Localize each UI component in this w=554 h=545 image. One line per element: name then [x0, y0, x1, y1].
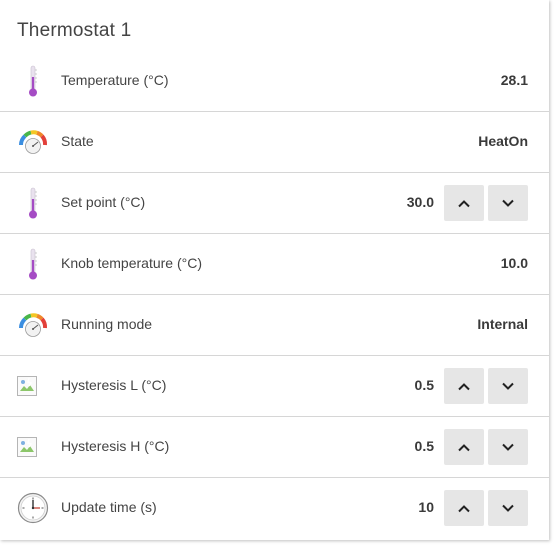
update-time-increase-button[interactable]: [444, 490, 484, 526]
row-state: State HeatOn: [0, 112, 549, 173]
row-hysteresis-l: Hysteresis L (°C) 0.5: [0, 356, 549, 417]
row-label: Temperature (°C): [61, 72, 169, 88]
row-value: 30.0: [406, 194, 434, 210]
hysteresis-l-decrease-button[interactable]: [488, 368, 528, 404]
chevron-down-icon: [502, 504, 514, 512]
row-value: 0.5: [414, 377, 434, 393]
row-label: Set point (°C): [61, 194, 146, 210]
gauge-icon: [17, 309, 49, 341]
broken-image-icon: [17, 431, 49, 463]
gauge-icon: [17, 126, 49, 158]
chevron-down-icon: [502, 382, 514, 390]
chevron-up-icon: [458, 504, 470, 512]
row-label: Knob temperature (°C): [61, 255, 202, 271]
thermometer-icon: [17, 65, 49, 97]
chevron-up-icon: [458, 443, 470, 451]
chevron-down-icon: [502, 199, 514, 207]
row-knob-temperature: Knob temperature (°C) 10.0: [0, 234, 549, 295]
row-running-mode: Running mode Internal: [0, 295, 549, 356]
row-label: State: [61, 133, 94, 149]
row-label: Hysteresis L (°C): [61, 377, 167, 393]
set-point-increase-button[interactable]: [444, 185, 484, 221]
set-point-decrease-button[interactable]: [488, 185, 528, 221]
row-update-time: Update time (s) 10: [0, 478, 549, 538]
chevron-down-icon: [502, 443, 514, 451]
row-value: 10.0: [500, 255, 528, 271]
row-temperature: Temperature (°C) 28.1: [0, 51, 549, 112]
row-label: Running mode: [61, 316, 153, 332]
hysteresis-l-increase-button[interactable]: [444, 368, 484, 404]
row-value: HeatOn: [478, 133, 528, 149]
thermometer-icon: [17, 187, 49, 219]
row-hysteresis-h: Hysteresis H (°C) 0.5: [0, 417, 549, 478]
chevron-up-icon: [458, 199, 470, 207]
row-value: 28.1: [500, 72, 528, 88]
row-value: Internal: [477, 316, 528, 332]
property-list: Temperature (°C) 28.1 State HeatOn Set p…: [0, 51, 549, 538]
clock-icon: [17, 492, 49, 524]
thermometer-icon: [17, 248, 49, 280]
row-label: Hysteresis H (°C): [61, 438, 170, 454]
row-label: Update time (s): [61, 499, 157, 515]
broken-image-icon: [17, 370, 49, 402]
thermostat-card: Thermostat 1 Temperature (°C) 28.1 State…: [0, 0, 549, 540]
chevron-up-icon: [458, 382, 470, 390]
update-time-decrease-button[interactable]: [488, 490, 528, 526]
row-value: 0.5: [414, 438, 434, 454]
hysteresis-h-decrease-button[interactable]: [488, 429, 528, 465]
row-value: 10: [418, 499, 434, 515]
card-title: Thermostat 1: [17, 20, 132, 41]
row-set-point: Set point (°C) 30.0: [0, 173, 549, 234]
hysteresis-h-increase-button[interactable]: [444, 429, 484, 465]
